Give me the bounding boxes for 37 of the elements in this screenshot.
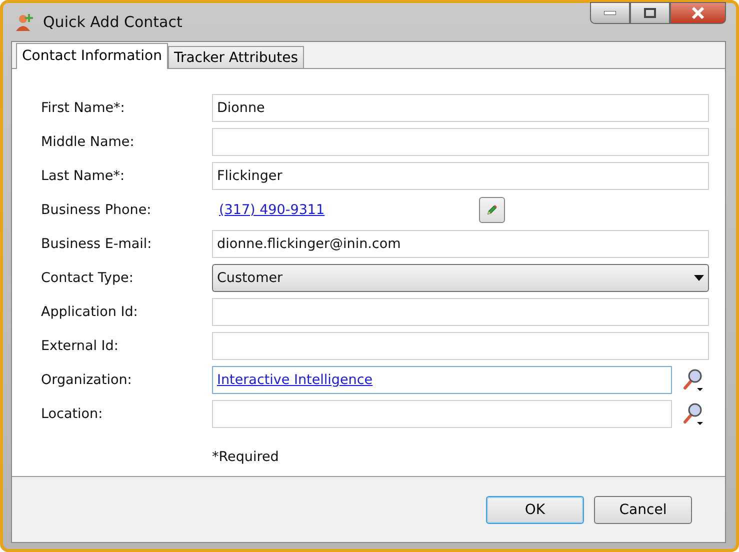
input-field[interactable]: dionne.flickinger@inin.com (212, 230, 709, 258)
field-label: Last Name*: (41, 168, 126, 184)
phone-link[interactable]: (317) 490-9311 (219, 202, 325, 218)
field-label: Location: (41, 406, 104, 422)
input-field[interactable] (212, 298, 709, 326)
field-label: Organization: (41, 372, 133, 388)
search-icon[interactable] (682, 402, 704, 426)
search-icon[interactable] (682, 368, 704, 392)
edit-button[interactable] (479, 197, 505, 223)
field-label: First Name*: (41, 100, 126, 116)
maximize-button[interactable] (630, 2, 670, 24)
tab[interactable]: Contact Information (16, 43, 168, 69)
input-field[interactable]: Interactive Intelligence (212, 366, 672, 394)
input-field[interactable] (212, 128, 709, 156)
field-label: External Id: (41, 338, 120, 354)
field-label: Application Id: (41, 304, 139, 320)
minimize-button[interactable] (590, 2, 630, 24)
close-icon (691, 7, 705, 19)
contact-add-icon (15, 12, 35, 32)
cancel-button[interactable]: Cancel (594, 496, 692, 524)
dropdown[interactable]: Customer (212, 264, 709, 292)
minimize-icon (604, 11, 616, 15)
ok-button[interactable]: OK (486, 496, 584, 524)
required-note: *Required (212, 449, 280, 465)
input-field[interactable] (212, 400, 672, 428)
input-field[interactable] (212, 332, 709, 360)
field-label: Contact Type: (41, 270, 134, 286)
field-label: Business Phone: (41, 202, 152, 218)
close-button[interactable] (670, 2, 726, 24)
window-title: Quick Add Contact (43, 13, 184, 31)
tab[interactable]: Tracker Attributes (168, 46, 304, 68)
input-field[interactable]: Dionne (212, 94, 709, 122)
maximize-icon (644, 8, 656, 18)
field-label: Business E-mail: (41, 236, 153, 252)
field-label: Middle Name: (41, 134, 136, 150)
caret-icon (694, 275, 704, 281)
input-field[interactable]: Flickinger (212, 162, 709, 190)
